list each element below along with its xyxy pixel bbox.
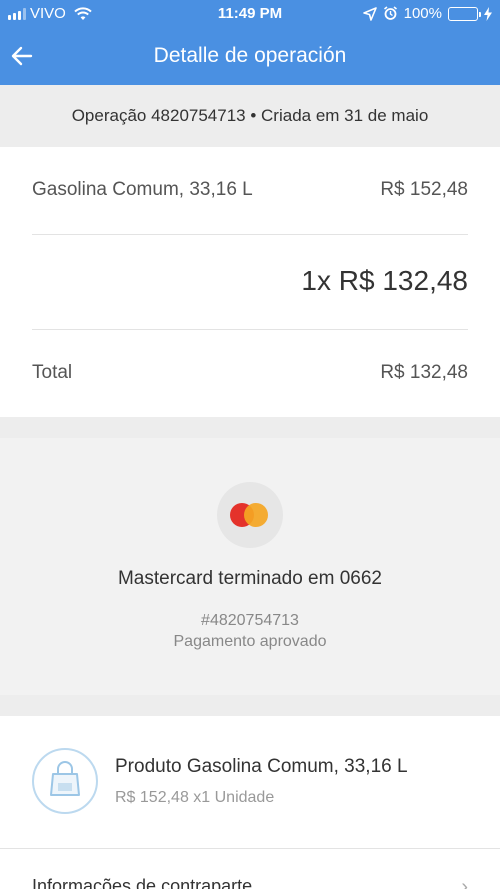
total-label: Total — [32, 362, 73, 383]
payment-method: Mastercard terminado em 0662 — [117, 568, 382, 589]
divider — [32, 234, 468, 235]
operation-info-bar: Operação 4820754713 • Criada em 31 de ma… — [0, 85, 500, 147]
location-icon — [362, 6, 377, 21]
battery-percent: 100% — [403, 5, 442, 22]
page-title: Detalle de operación — [153, 44, 347, 67]
total-row: Total R$ 132,48 — [32, 362, 468, 384]
counterpart-info-row[interactable]: Informações de contraparte › — [32, 876, 468, 889]
total-value: R$ 132,48 — [380, 362, 468, 383]
mastercard-icon — [217, 482, 283, 548]
item-price: R$ 152,48 — [380, 179, 468, 200]
status-right: 100% — [362, 5, 492, 22]
product-title: Produto Gasolina Comum, 33,16 L — [115, 756, 408, 777]
navigation-header: Detalle de operación — [0, 28, 500, 85]
operation-info-text: Operação 4820754713 • Criada em 31 de ma… — [71, 106, 429, 125]
product-section: Produto Gasolina Comum, 33,16 L R$ 152,4… — [0, 716, 500, 889]
payment-id: #4820754713 — [201, 612, 299, 629]
divider — [0, 848, 500, 849]
item-row: Gasolina Comum, 33,16 L R$ 152,48 — [32, 179, 468, 201]
product-subtitle: R$ 152,48 x1 Unidade — [115, 789, 275, 806]
battery-icon — [448, 6, 481, 21]
charging-icon — [484, 6, 492, 21]
chevron-right-icon: › — [461, 876, 468, 889]
payment-section: Mastercard terminado em 0662 #4820754713… — [0, 438, 500, 695]
payment-status: Pagamento aprovado — [173, 633, 327, 650]
shopping-bag-icon — [32, 748, 98, 814]
counterpart-info-label: Informações de contraparte — [32, 876, 253, 889]
app-header-area: VIVO 11:49 PM 100% Detalle de operación — [0, 0, 500, 85]
installment-amount: 1x R$ 132,48 — [301, 265, 468, 296]
status-bar: VIVO 11:49 PM 100% — [0, 0, 500, 28]
divider — [32, 329, 468, 330]
summary-card: Gasolina Comum, 33,16 L R$ 152,48 1x R$ … — [0, 147, 500, 417]
item-label: Gasolina Comum, 33,16 L — [32, 179, 253, 200]
alarm-icon — [383, 6, 397, 20]
